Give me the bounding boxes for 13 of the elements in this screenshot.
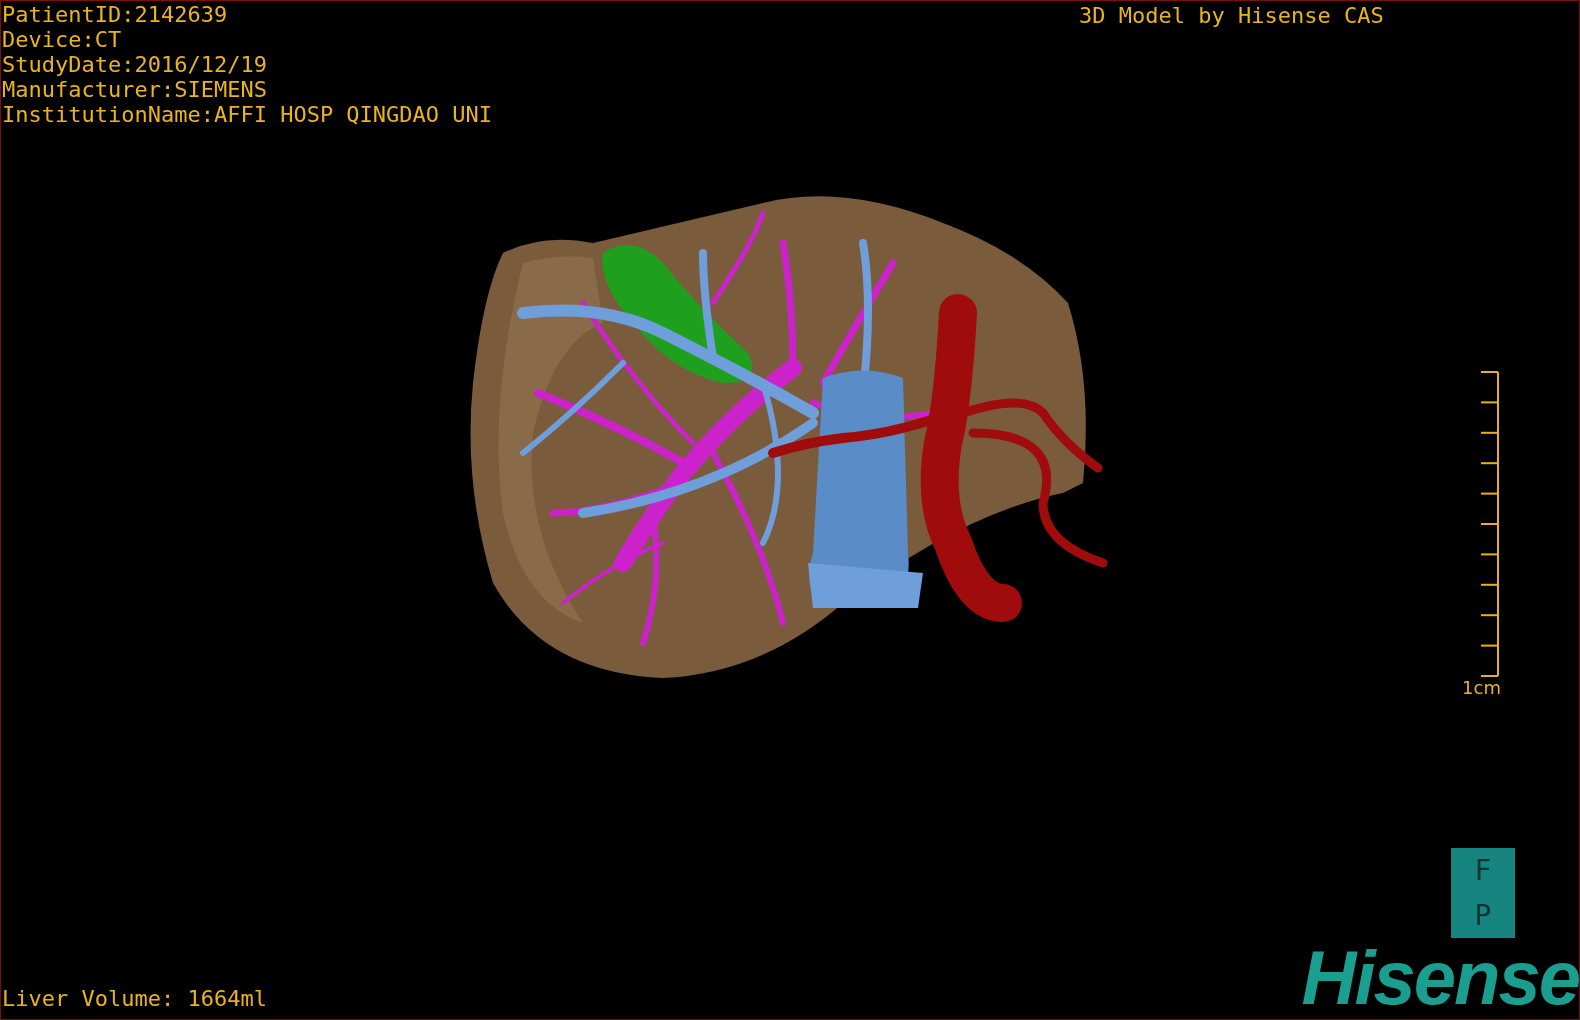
volume-text: Liver Volume: 1664ml: [2, 986, 267, 1011]
info-text: PatientID:2142639: [2, 2, 229, 27]
info-text: InstitutionName:AFFI HOSP QINGDAO UNI: [2, 102, 493, 127]
cube-face-label: P: [1474, 900, 1492, 931]
scale-label: 1cm: [1462, 677, 1501, 699]
viewer-title: 3D Model by Hisense CAS: [1079, 3, 1384, 28]
brand-logo: Hisense: [1301, 941, 1579, 1015]
info-text: Manufacturer:SIEMENS: [2, 77, 268, 102]
cube-face-label: F: [1474, 855, 1492, 886]
info-text: Device:CT: [2, 27, 123, 52]
scale-bar-icon: [1481, 371, 1501, 677]
info-text: StudyDate:2016/12/19: [2, 52, 268, 77]
orientation-cube[interactable]: F P: [1451, 848, 1515, 938]
